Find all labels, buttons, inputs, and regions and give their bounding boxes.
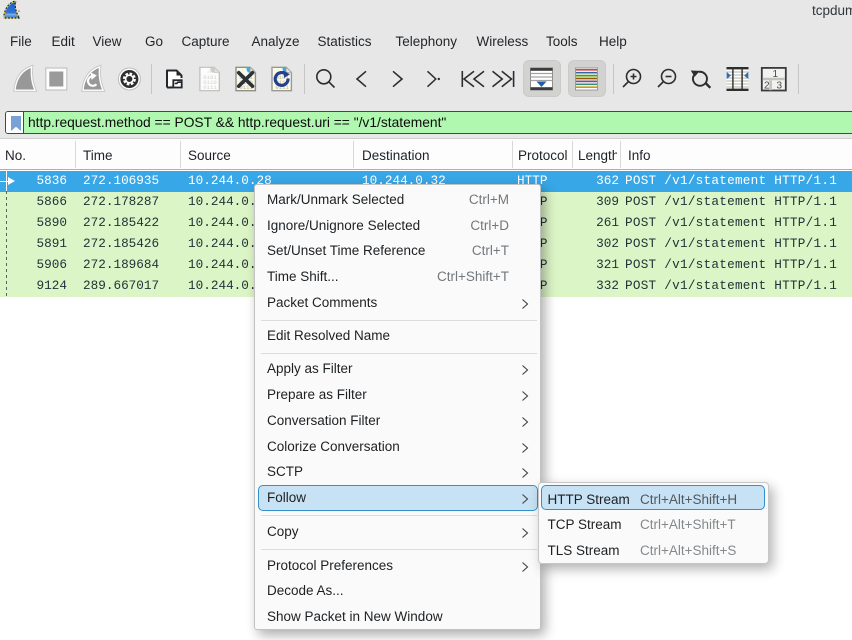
svg-text:1: 1 bbox=[773, 69, 779, 80]
svg-text:3: 3 bbox=[777, 81, 783, 92]
svg-text:0111: 0111 bbox=[203, 84, 217, 91]
svg-text:2: 2 bbox=[764, 81, 770, 92]
